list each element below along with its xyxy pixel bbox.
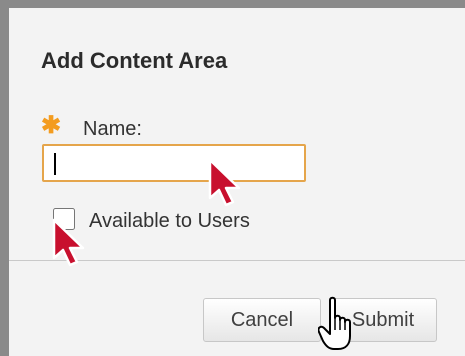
add-content-area-dialog: Add Content Area ✱ Name: Available to Us… bbox=[9, 8, 465, 356]
window-frame-top bbox=[0, 0, 465, 8]
available-to-users-checkbox[interactable] bbox=[53, 208, 75, 230]
submit-button[interactable]: Submit bbox=[329, 298, 437, 342]
cancel-button[interactable]: Cancel bbox=[203, 298, 321, 342]
text-cursor bbox=[54, 153, 56, 175]
available-to-users-label[interactable]: Available to Users bbox=[89, 210, 250, 233]
name-label: Name: bbox=[83, 118, 142, 140]
window-frame-left bbox=[0, 0, 9, 356]
footer-divider bbox=[9, 260, 465, 261]
dialog-title: Add Content Area bbox=[41, 48, 228, 73]
name-input[interactable] bbox=[42, 144, 306, 182]
required-asterisk-icon: ✱ bbox=[41, 112, 62, 139]
